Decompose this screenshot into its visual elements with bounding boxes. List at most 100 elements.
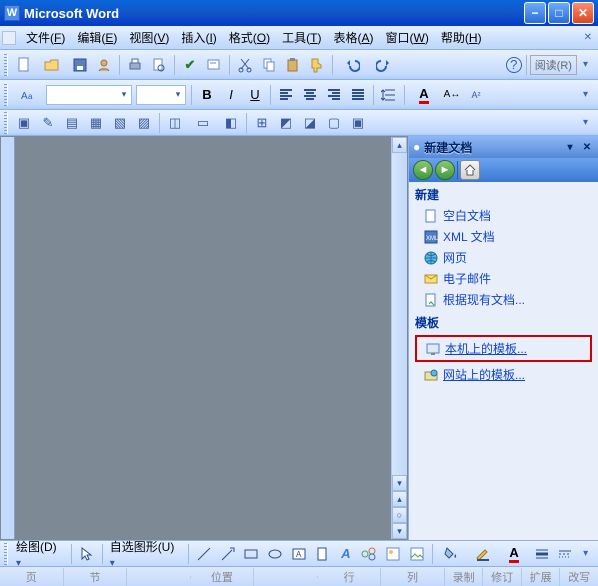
menu-edit[interactable]: 编辑(E) — [71, 26, 123, 49]
menu-table[interactable]: 表格(A) — [328, 26, 380, 49]
font-size-dropdown[interactable]: ▾ — [136, 85, 186, 105]
draw-menu[interactable]: 绘图(D) ▾ — [12, 538, 68, 569]
templates-on-computer[interactable]: 本机上的模板... — [421, 338, 586, 359]
italic-button[interactable]: I — [220, 84, 242, 106]
underline-button[interactable]: U — [244, 84, 266, 106]
close-button[interactable]: ✕ — [572, 2, 594, 24]
toolbar-grip[interactable] — [4, 54, 8, 76]
tb-icon-2[interactable]: ✎ — [37, 112, 59, 134]
line-color-button[interactable] — [468, 543, 497, 565]
forward-button[interactable]: ► — [435, 160, 455, 180]
tb-icon-1[interactable]: ▣ — [13, 112, 35, 134]
oval-button[interactable] — [264, 543, 286, 565]
menu-file[interactable]: 文件(F) — [20, 26, 71, 49]
menu-view[interactable]: 视图(V) — [123, 26, 175, 49]
font-color-button-draw[interactable]: A — [499, 543, 528, 565]
reading-layout-button[interactable]: 阅读(R) — [530, 55, 577, 75]
print-preview-button[interactable] — [148, 54, 170, 76]
picture-button[interactable] — [406, 543, 428, 565]
spellcheck-button[interactable]: ✔ — [179, 54, 201, 76]
taskpane-close-button[interactable]: ✕ — [580, 140, 594, 154]
rectangle-button[interactable] — [241, 543, 263, 565]
menu-tools[interactable]: 工具(T) — [276, 26, 327, 49]
tb-icon-12[interactable]: ◪ — [299, 112, 321, 134]
textbox-button[interactable]: A — [288, 543, 310, 565]
menu-help[interactable]: 帮助(H) — [435, 26, 488, 49]
toolbar-grip[interactable] — [4, 543, 8, 565]
menu-window[interactable]: 窗口(W) — [380, 26, 435, 49]
tb-icon-9[interactable]: ◧ — [220, 112, 242, 134]
align-center-button[interactable] — [299, 84, 321, 106]
back-button[interactable]: ◄ — [413, 160, 433, 180]
toolbar-options-icon[interactable]: ▾ — [577, 59, 594, 70]
align-left-button[interactable] — [275, 84, 297, 106]
help-button[interactable]: ? — [506, 57, 522, 73]
bold-button[interactable]: B — [196, 84, 218, 106]
new-email[interactable]: 电子邮件 — [409, 268, 598, 289]
print-button[interactable] — [124, 54, 146, 76]
next-page-button[interactable]: ▾ — [392, 523, 407, 539]
redo-button[interactable] — [369, 54, 399, 76]
tb-icon-6[interactable]: ▨ — [133, 112, 155, 134]
line-button[interactable] — [193, 543, 215, 565]
tb-icon-4[interactable]: ▦ — [85, 112, 107, 134]
dash-style-button[interactable] — [554, 543, 576, 565]
new-doc-button[interactable] — [13, 54, 35, 76]
toolbar-grip[interactable] — [4, 112, 8, 134]
home-button[interactable] — [460, 160, 480, 180]
tb-icon-5[interactable]: ▧ — [109, 112, 131, 134]
toolbar-options-icon[interactable]: ▾ — [577, 548, 594, 559]
tb-icon-3[interactable]: ▤ — [61, 112, 83, 134]
line-style-button[interactable] — [531, 543, 553, 565]
toolbar-grip[interactable] — [4, 84, 8, 106]
tb-icon-8[interactable]: ▭ — [188, 112, 218, 134]
open-button[interactable] — [37, 54, 67, 76]
superscript-button[interactable]: A² — [465, 84, 487, 106]
select-objects-button[interactable] — [76, 543, 98, 565]
tb-icon-14[interactable]: ▣ — [347, 112, 369, 134]
paste-button[interactable] — [282, 54, 304, 76]
fill-color-button[interactable] — [436, 543, 465, 565]
new-blank-doc[interactable]: 空白文档 — [409, 205, 598, 226]
tb-icon-13[interactable]: ▢ — [323, 112, 345, 134]
permission-button[interactable] — [93, 54, 115, 76]
minimize-button[interactable]: − — [524, 2, 546, 24]
clipart-button[interactable] — [382, 543, 404, 565]
autoshapes-menu[interactable]: 自选图形(U) ▾ — [106, 538, 186, 569]
align-right-button[interactable] — [323, 84, 345, 106]
taskpane-menu-button[interactable]: ▾ — [563, 140, 577, 154]
tb-icon-10[interactable]: ⊞ — [251, 112, 273, 134]
prev-page-button[interactable]: ▴ — [392, 491, 407, 507]
toolbar-options-icon[interactable]: ▾ — [577, 89, 594, 100]
char-scaling-button[interactable]: A↔ — [441, 84, 463, 106]
maximize-button[interactable]: □ — [548, 2, 570, 24]
scroll-up-button[interactable]: ▴ — [392, 137, 407, 153]
new-webpage[interactable]: 网页 — [409, 247, 598, 268]
research-button[interactable] — [203, 54, 225, 76]
menu-insert[interactable]: 插入(I) — [175, 26, 222, 49]
browse-object-button[interactable]: ○ — [392, 507, 407, 523]
templates-on-web[interactable]: 网站上的模板... — [409, 364, 598, 385]
new-from-existing[interactable]: 根据现有文档... — [409, 289, 598, 310]
arrow-button[interactable] — [217, 543, 239, 565]
line-spacing-button[interactable] — [378, 84, 400, 106]
new-xml-doc[interactable]: XMLXML 文档 — [409, 226, 598, 247]
undo-button[interactable] — [337, 54, 367, 76]
font-color-button[interactable]: A — [409, 84, 439, 106]
styles-button[interactable]: Aa — [13, 84, 43, 106]
diagram-button[interactable] — [359, 543, 381, 565]
tb-icon-11[interactable]: ◩ — [275, 112, 297, 134]
scroll-down-button[interactable]: ▾ — [392, 475, 407, 491]
copy-button[interactable] — [258, 54, 280, 76]
vertical-scrollbar[interactable]: ▴ ▾ ▴ ○ ▾ — [391, 137, 407, 539]
menu-format[interactable]: 格式(O) — [223, 26, 276, 49]
align-justify-button[interactable] — [347, 84, 369, 106]
tb-icon-7[interactable]: ◫ — [164, 112, 186, 134]
font-family-dropdown[interactable]: ▾ — [46, 85, 132, 105]
format-painter-button[interactable] — [306, 54, 328, 76]
doc-system-icon[interactable] — [2, 31, 16, 45]
toolbar-options-icon[interactable]: ▾ — [577, 117, 594, 128]
menubar-close-icon[interactable]: ✕ — [584, 32, 596, 43]
cut-button[interactable] — [234, 54, 256, 76]
wordart-button[interactable]: A — [335, 543, 357, 565]
